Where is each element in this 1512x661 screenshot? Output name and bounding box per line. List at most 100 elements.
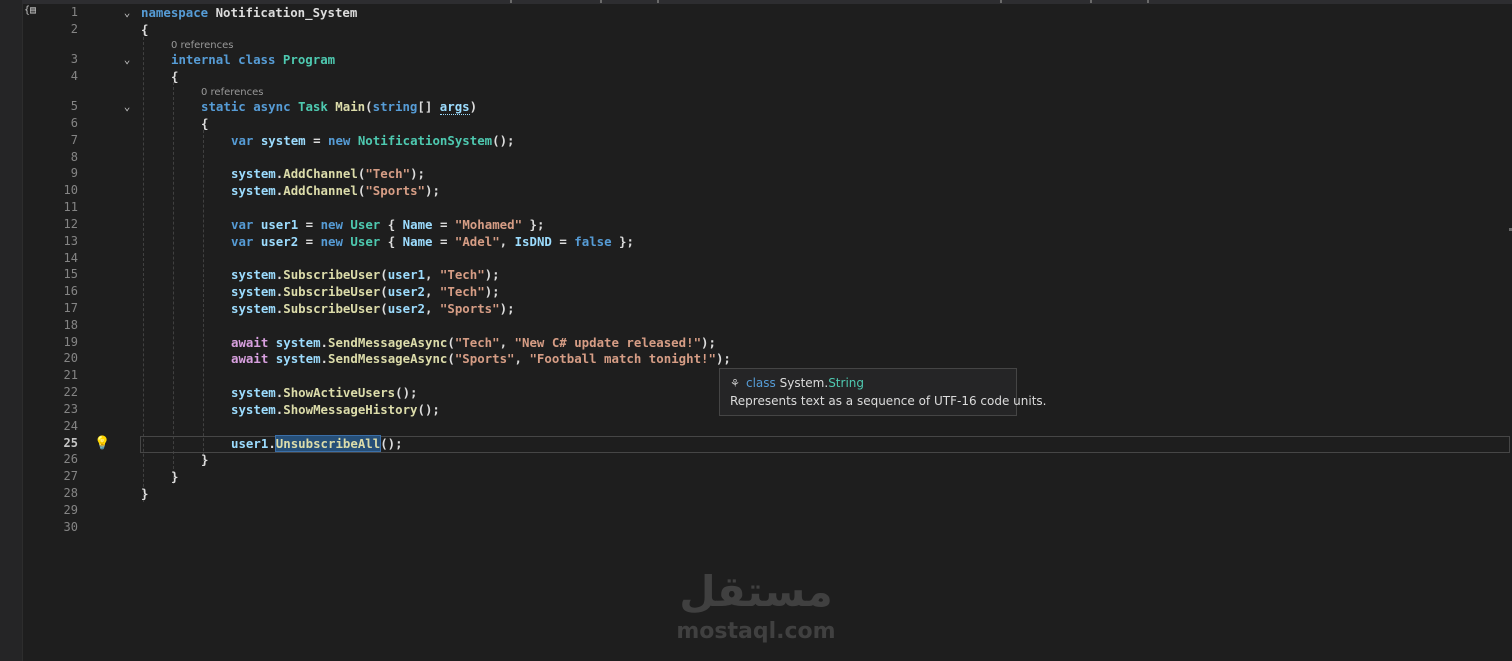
token: false [574, 234, 612, 249]
token: Name [402, 217, 433, 232]
token: Name [402, 234, 433, 249]
token: User [342, 234, 381, 249]
token: await [231, 335, 269, 350]
top-notch [1147, 0, 1149, 3]
code-line-12[interactable]: var user1 = new User { Name = "Mohamed" … [231, 216, 544, 233]
code-line-25[interactable]: user1.UnsubscribeAll(); [231, 435, 403, 452]
token: system [275, 351, 321, 366]
code-line-2[interactable]: { [141, 21, 148, 38]
token: ); [425, 183, 440, 198]
token: AddChannel [283, 183, 358, 198]
code-line-6[interactable]: { [201, 115, 208, 132]
code-line-23[interactable]: system.ShowMessageHistory(); [231, 401, 440, 418]
token: system [253, 133, 306, 148]
line-number: 22 [63, 385, 78, 399]
token: user1 [260, 217, 299, 232]
line-number: 18 [63, 318, 78, 332]
code-line-4[interactable]: { [171, 68, 178, 85]
token: [] [417, 99, 440, 114]
token: "Tech" [454, 335, 500, 350]
token: namespace [141, 5, 209, 20]
fold-chevron-icon[interactable]: ⌄ [120, 98, 134, 115]
codelens-references[interactable]: 0 references [171, 40, 234, 51]
code-line-20[interactable]: await system.SendMessageAsync("Sports", … [231, 350, 731, 367]
tooltip-type[interactable]: String [828, 376, 864, 390]
token: system [275, 335, 321, 350]
left-margin-strip [0, 0, 23, 661]
token: , [514, 351, 530, 366]
code-line-26[interactable]: } [201, 451, 208, 468]
token: , [425, 301, 440, 316]
token: user1 [387, 267, 425, 282]
line-number: 30 [63, 520, 78, 534]
token: , [425, 267, 440, 282]
code-line-10[interactable]: system.AddChannel("Sports"); [231, 182, 440, 199]
line-number: 26 [63, 452, 78, 466]
token: = [298, 217, 321, 232]
selected-method-token[interactable]: UnsubscribeAll [274, 435, 382, 452]
code-line-1[interactable]: namespace Notification_System [141, 4, 357, 21]
token: { [380, 234, 403, 249]
token: SendMessageAsync [328, 351, 448, 366]
token: (); [380, 436, 403, 451]
token: { [141, 22, 149, 37]
line-number: 23 [63, 402, 78, 416]
line-number: 29 [63, 503, 78, 517]
token: (); [492, 133, 515, 148]
token: = [432, 234, 455, 249]
token: Program [275, 52, 336, 67]
token: user2 [387, 284, 425, 299]
code-line-28[interactable]: } [141, 485, 148, 502]
codelens-references[interactable]: 0 references [201, 87, 264, 98]
token: new [320, 234, 343, 249]
line-number: 16 [63, 284, 78, 298]
token: "Tech" [365, 166, 411, 181]
code-line-15[interactable]: system.SubscribeUser(user1, "Tech"); [231, 266, 500, 283]
token: ( [447, 351, 455, 366]
line-number: 7 [70, 133, 78, 147]
line-number: 14 [63, 251, 78, 265]
line-number: 11 [63, 200, 78, 214]
token: SendMessageAsync [328, 335, 448, 350]
line-number: 2 [70, 22, 78, 36]
line-number: 6 [70, 116, 78, 130]
token: user2 [260, 234, 299, 249]
token: ); [484, 267, 500, 282]
code-line-13[interactable]: var user2 = new User { Name = "Adel", Is… [231, 233, 634, 250]
code-line-7[interactable]: var system = new NotificationSystem(); [231, 132, 515, 149]
fold-chevron-icon[interactable]: ⌄ [120, 4, 134, 21]
top-notch [1090, 0, 1092, 3]
code-line-27[interactable]: } [171, 468, 178, 485]
quick-info-tooltip: ⚘ class System.String Represents text as … [719, 368, 1046, 416]
code-line-3[interactable]: internal class Program [171, 51, 335, 68]
token: "Football match tonight!" [529, 351, 716, 366]
code-line-19[interactable]: await system.SendMessageAsync("Tech", "N… [231, 334, 716, 351]
token: (); [417, 402, 440, 417]
token: ); [715, 351, 731, 366]
code-editor[interactable]: {▤ 1 2 3 4 5 6 7 8 9 10 11 12 13 14 15 1… [22, 4, 1512, 661]
token: }; [611, 234, 634, 249]
fold-chevron-icon[interactable]: ⌄ [120, 51, 134, 68]
token: system [231, 284, 276, 299]
token: , [499, 234, 515, 249]
token: SubscribeUser [283, 284, 381, 299]
line-number: 1 [70, 5, 78, 19]
code-line-5[interactable]: static async Task Main(string[] args) [201, 98, 477, 115]
tooltip-namespace: System. [775, 376, 829, 390]
token: { [380, 217, 403, 232]
token: system [231, 183, 276, 198]
code-line-9[interactable]: system.AddChannel("Tech"); [231, 165, 425, 182]
token: ( [380, 301, 388, 316]
line-number: 20 [63, 351, 78, 365]
token: "New C# update released!" [514, 335, 702, 350]
code-line-16[interactable]: system.SubscribeUser(user2, "Tech"); [231, 283, 500, 300]
code-line-17[interactable]: system.SubscribeUser(user2, "Sports"); [231, 300, 515, 317]
token: ( [380, 284, 388, 299]
token: "Sports" [454, 351, 515, 366]
token: new [320, 217, 343, 232]
token: "Tech" [439, 284, 485, 299]
code-line-22[interactable]: system.ShowActiveUsers(); [231, 384, 418, 401]
token: (); [395, 385, 418, 400]
token: }; [522, 217, 545, 232]
lightbulb-icon[interactable]: 💡 [94, 435, 110, 452]
